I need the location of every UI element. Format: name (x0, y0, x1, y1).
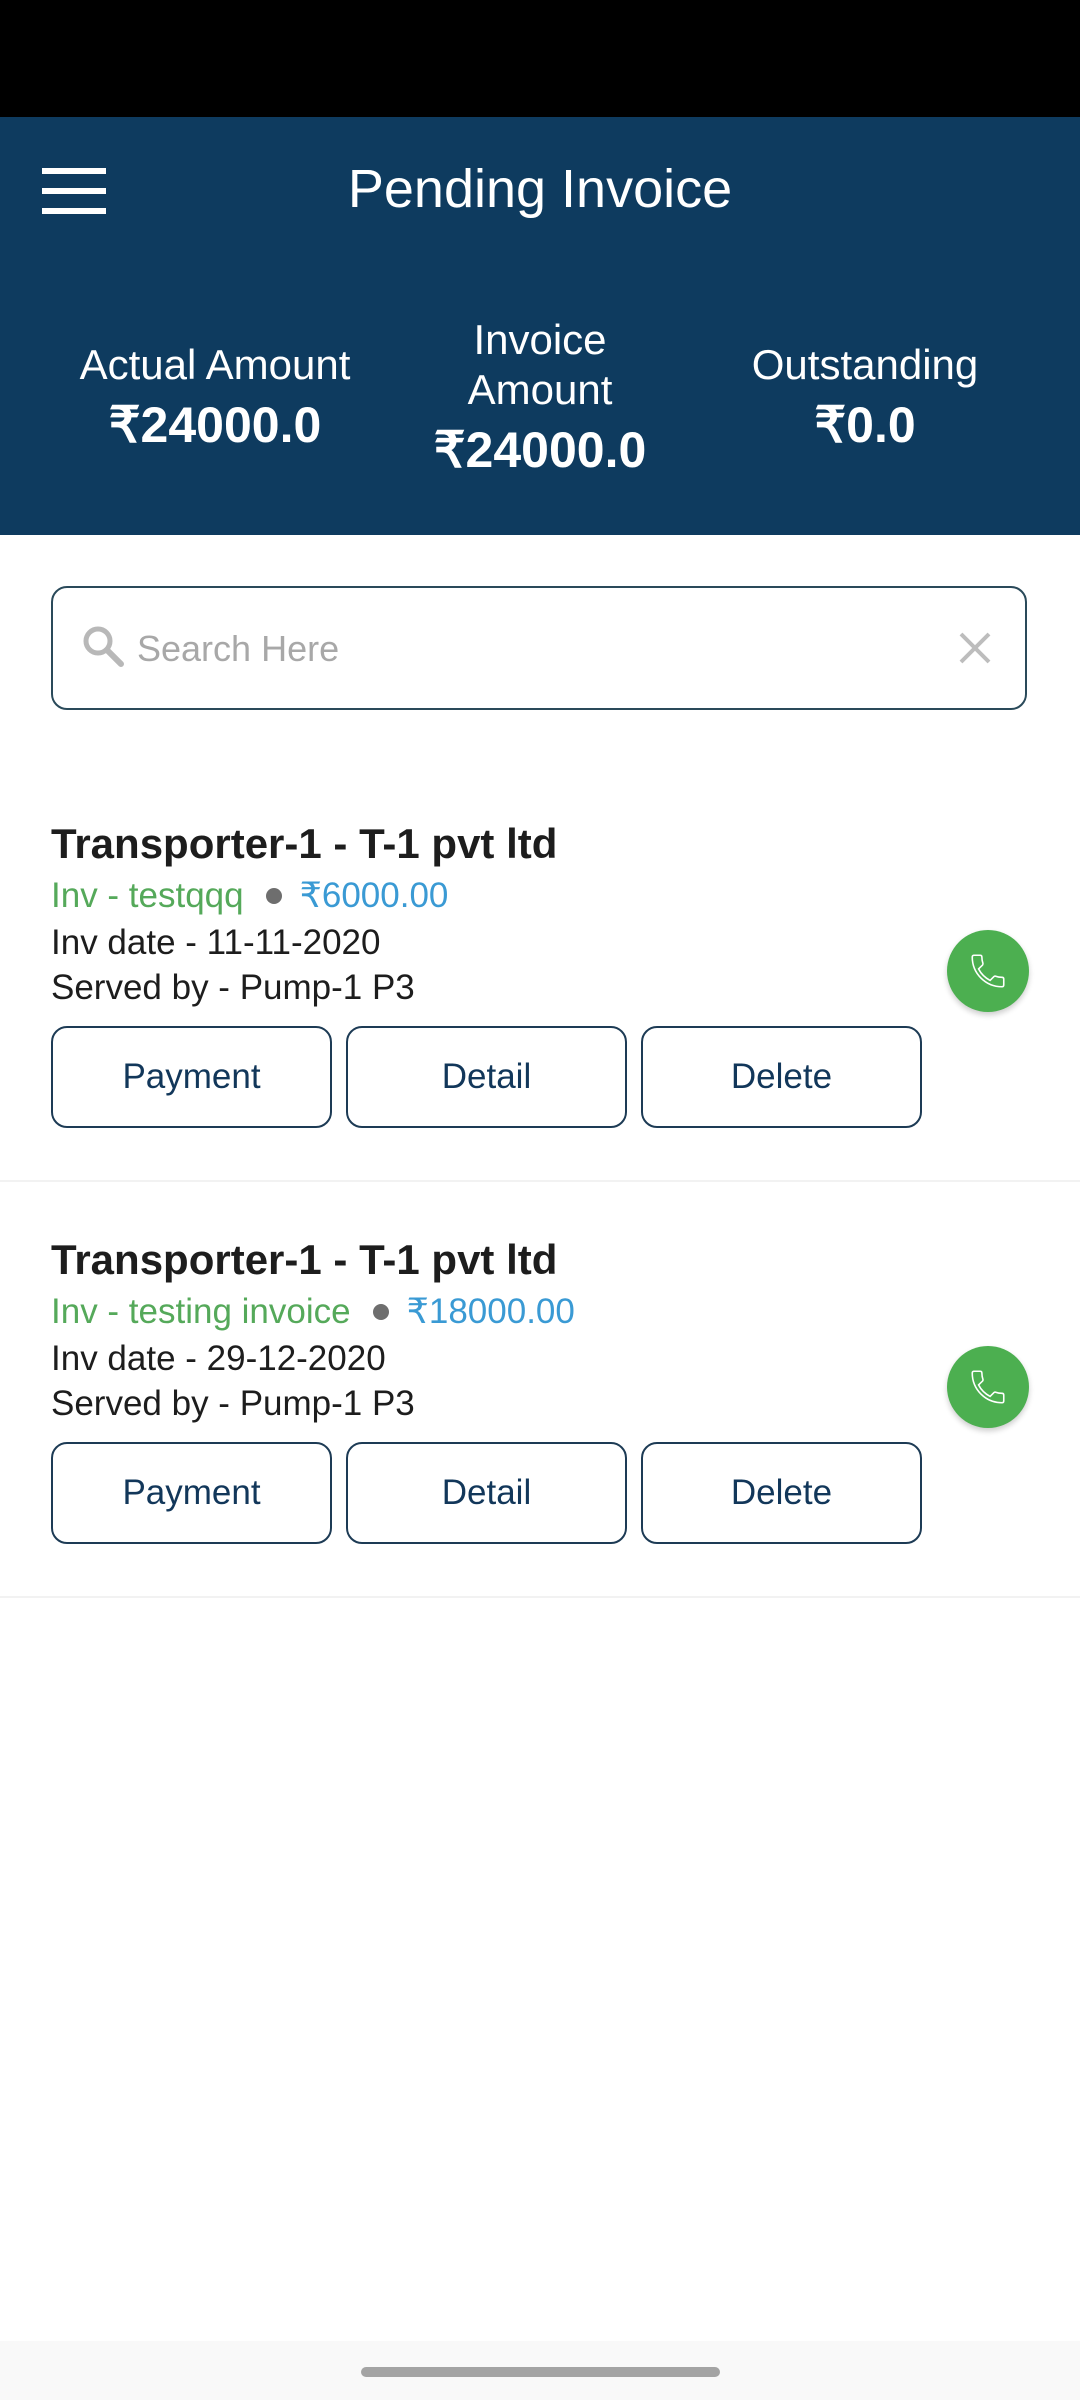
status-bar (0, 0, 1080, 117)
stat-label: Outstanding (751, 341, 979, 388)
payment-button[interactable]: Payment (51, 1442, 332, 1544)
stat-value: ₹24000.0 (433, 422, 647, 478)
close-icon[interactable] (955, 628, 995, 668)
home-gesture-handle[interactable] (361, 2367, 720, 2377)
invoice-card: Transporter-1 - T-1 pvt ltd Inv - testqq… (0, 770, 1080, 1182)
customer-name: Transporter-1 - T-1 pvt ltd (51, 820, 558, 867)
search-icon (83, 626, 124, 667)
served-by: Served by - Pump-1 P3 (51, 1384, 415, 1423)
stat-actual-amount: Actual Amount ₹24000.0 (40, 340, 390, 456)
delete-button[interactable]: Delete (641, 1442, 922, 1544)
call-button[interactable] (947, 930, 1029, 1012)
invoice-line: Inv - testqqq ₹6000.00 (51, 876, 448, 916)
invoice-date: Inv date - 11-11-2020 (51, 923, 381, 962)
phone-icon (971, 954, 1005, 988)
stat-value: ₹24000.0 (108, 397, 322, 453)
stat-value: ₹0.0 (814, 397, 916, 453)
call-button[interactable] (947, 1346, 1029, 1428)
search-box (51, 586, 1027, 710)
invoice-card: Transporter-1 - T-1 pvt ltd Inv - testin… (0, 1186, 1080, 1598)
stat-outstanding: Outstanding ₹0.0 (700, 340, 1030, 456)
payment-button[interactable]: Payment (51, 1026, 332, 1128)
invoice-number: Inv - testing invoice (51, 1292, 351, 1331)
invoice-amount: ₹18000.00 (406, 1292, 575, 1331)
invoice-line: Inv - testing invoice ₹18000.00 (51, 1292, 575, 1332)
navigation-bar (0, 2341, 1080, 2400)
page-title: Pending Invoice (347, 159, 733, 219)
separator-dot (372, 1303, 389, 1320)
invoice-date: Inv date - 29-12-2020 (51, 1339, 386, 1378)
customer-name: Transporter-1 - T-1 pvt ltd (51, 1236, 558, 1283)
served-by: Served by - Pump-1 P3 (51, 968, 415, 1007)
invoice-amount: ₹6000.00 (299, 876, 449, 915)
stat-invoice-amount: Invoice Amount ₹24000.0 (390, 315, 690, 481)
stat-label-line2: Amount (467, 366, 613, 413)
stat-label: Actual Amount (79, 341, 351, 388)
search-input[interactable] (135, 618, 919, 680)
phone-icon (971, 1370, 1005, 1404)
delete-button[interactable]: Delete (641, 1026, 922, 1128)
stat-label-line1: Invoice (473, 316, 607, 363)
detail-button[interactable]: Detail (346, 1442, 627, 1544)
separator-dot (265, 887, 282, 904)
invoice-number: Inv - testqqq (51, 876, 244, 915)
detail-button[interactable]: Detail (346, 1026, 627, 1128)
